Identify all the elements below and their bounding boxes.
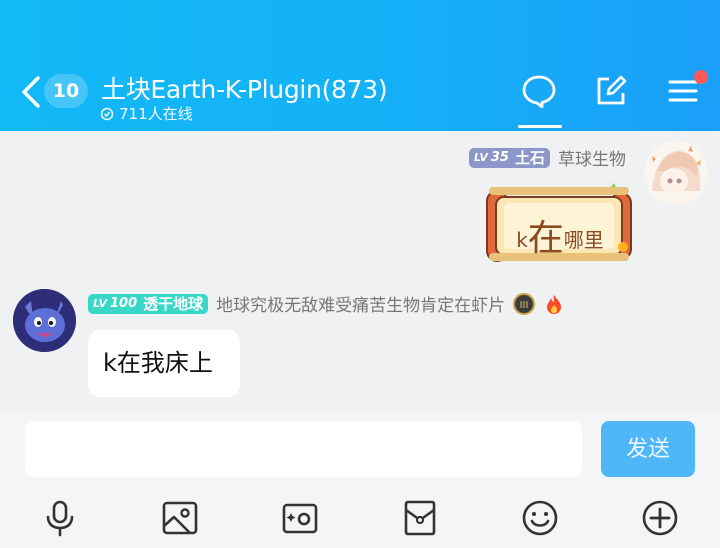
sender-nickname[interactable]: 透干地球 bbox=[143, 293, 203, 314]
avatar[interactable] bbox=[13, 289, 76, 352]
level-prefix: LV bbox=[93, 297, 108, 310]
level-badge: LV 35 土石 bbox=[468, 147, 550, 168]
cartoon-cat-avatar-icon bbox=[13, 289, 76, 352]
level-number: 35 bbox=[490, 150, 509, 165]
fire-icon bbox=[547, 294, 562, 314]
svg-text:III: III bbox=[520, 300, 529, 311]
camera-icon[interactable] bbox=[280, 498, 320, 538]
message-input[interactable] bbox=[25, 421, 582, 477]
edit-note-icon[interactable] bbox=[594, 74, 628, 108]
sticker-char-big: 在 bbox=[527, 218, 564, 259]
emoji-icon[interactable] bbox=[520, 498, 560, 538]
anime-avatar-icon bbox=[644, 141, 708, 205]
unread-badge[interactable]: 10 bbox=[44, 74, 88, 108]
sticker-char-small: 哪里 bbox=[563, 228, 604, 252]
microphone-icon[interactable] bbox=[40, 498, 80, 538]
sender-title: 草球生物 bbox=[558, 150, 626, 170]
sender-title: 地球究极无敌难受痛苦生物肯定在虾片 bbox=[216, 296, 506, 316]
sender-meta-right: LV 35 土石 草球生物 bbox=[468, 145, 626, 170]
image-icon[interactable] bbox=[160, 498, 200, 538]
group-title[interactable]: 土块Earth-K-Plugin(873) bbox=[101, 70, 388, 106]
send-button[interactable]: 发送 bbox=[601, 421, 695, 477]
sender-meta-left: LV 100 透干地球 地球究极无敌难受痛苦生物肯定在虾片 III bbox=[88, 291, 565, 316]
level-number: 100 bbox=[110, 296, 138, 311]
red-packet-icon[interactable] bbox=[400, 498, 440, 538]
online-status[interactable]: 711人在线 bbox=[100, 103, 193, 124]
online-icon bbox=[100, 107, 114, 120]
sender-nickname[interactable]: 土石 bbox=[515, 147, 545, 168]
level-badge: LV 100 透干地球 bbox=[88, 293, 209, 314]
sticker-caption: k在哪里 bbox=[500, 209, 620, 261]
sticker-char-k: k bbox=[516, 228, 528, 252]
plus-icon[interactable] bbox=[640, 498, 680, 538]
online-count: 711人在线 bbox=[119, 105, 193, 123]
message-list[interactable]: LV 35 土石 草球生物 k在哪里 LV 100 透干地球 地球究极无敌难受痛… bbox=[0, 131, 720, 411]
active-tab-indicator bbox=[518, 125, 562, 128]
notification-dot bbox=[694, 70, 708, 84]
chat-header: 10 土块Earth-K-Plugin(873) 711人在线 bbox=[0, 0, 720, 131]
back-arrow-icon[interactable] bbox=[18, 72, 44, 112]
level-prefix: LV bbox=[473, 151, 488, 164]
medal-icon: III bbox=[513, 292, 536, 315]
input-area: 发送 bbox=[0, 411, 720, 548]
chat-bubble-icon[interactable] bbox=[522, 74, 556, 108]
message-bubble[interactable]: k在我床上 bbox=[88, 330, 240, 397]
avatar[interactable] bbox=[644, 141, 708, 205]
